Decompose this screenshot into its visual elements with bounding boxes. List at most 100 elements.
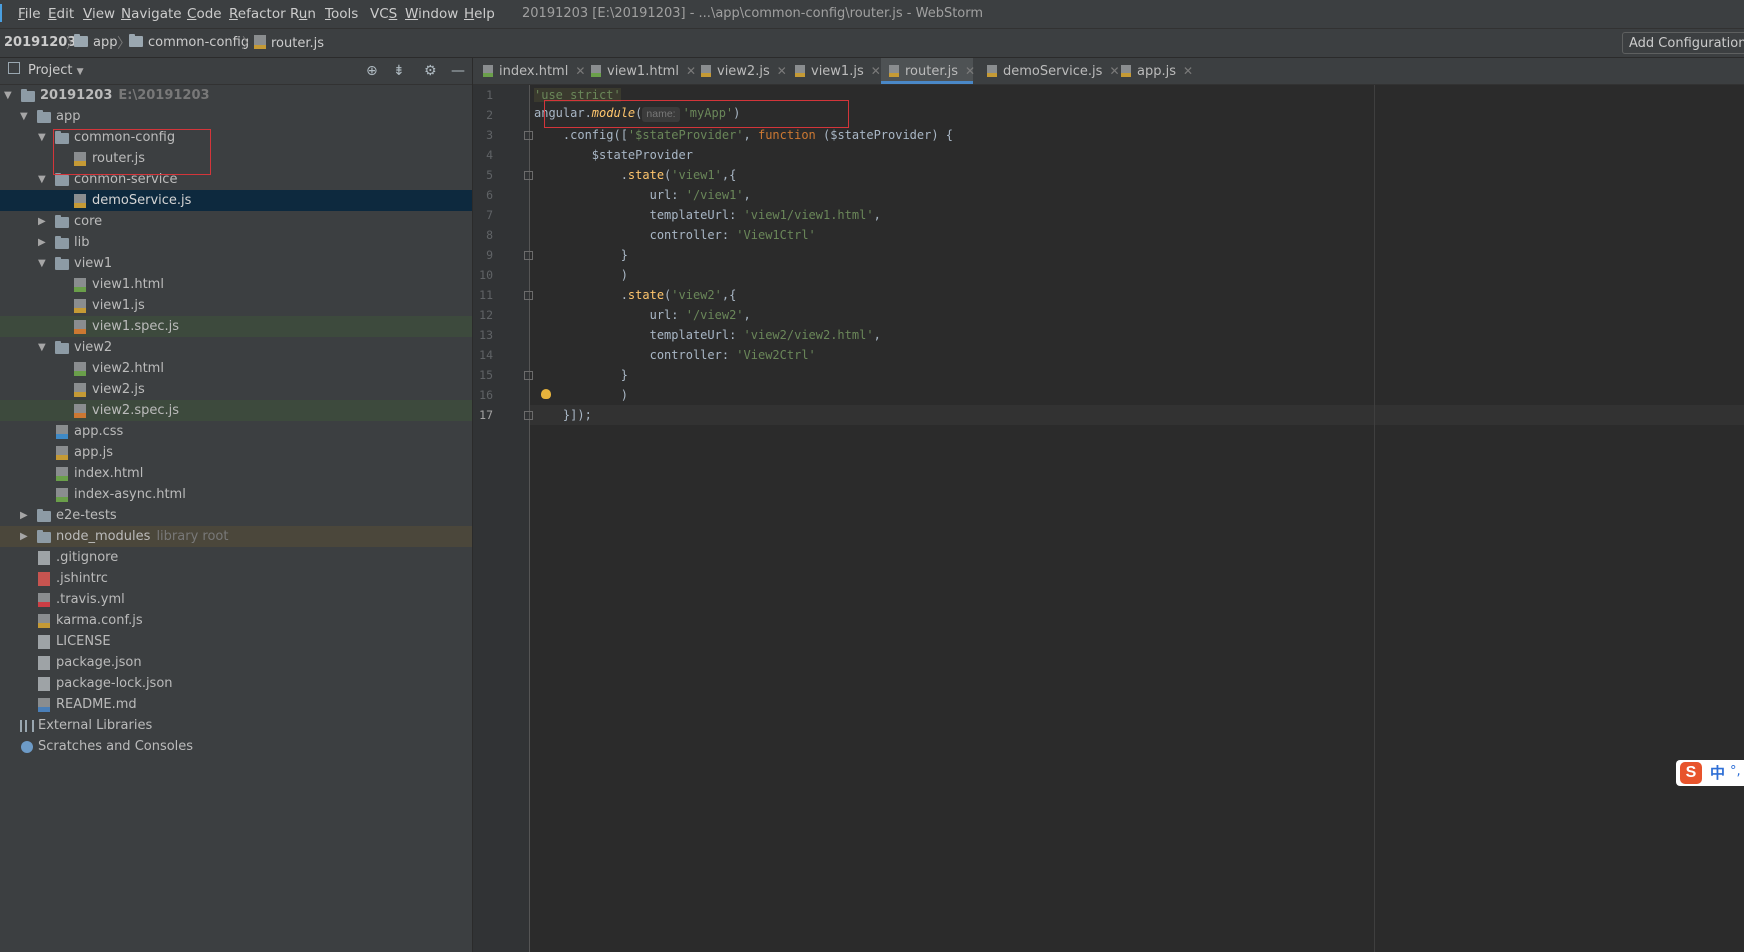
menu-code[interactable]: Code	[187, 6, 222, 22]
tree-item-scratches-and-consoles[interactable]: Scratches and Consoles	[0, 736, 472, 757]
ime-punctuation-label: °,	[1730, 764, 1741, 779]
tab-demoservice-js[interactable]: demoService.js ✕	[987, 58, 1120, 84]
tree-item-label: index-async.html	[74, 487, 186, 502]
tree-item-view2-spec-js[interactable]: view2.spec.js	[0, 400, 472, 421]
tree-item-external-libraries[interactable]: External Libraries	[0, 715, 472, 736]
hide-panel-icon[interactable]: —	[451, 63, 465, 79]
fold-marker-icon[interactable]	[524, 411, 533, 420]
tree-item-view1-js[interactable]: view1.js	[0, 295, 472, 316]
menu-help[interactable]: Help	[464, 6, 495, 22]
tab-view1-html[interactable]: view1.html ✕	[591, 58, 696, 84]
js-file-icon	[254, 35, 266, 49]
menu-window[interactable]: Window	[405, 6, 458, 22]
menu-navigate[interactable]: Navigate	[121, 6, 182, 22]
expand-arrow-icon[interactable]: ▼	[38, 337, 46, 358]
tree-item-package-json[interactable]: package.json	[0, 652, 472, 673]
highlight-box	[544, 100, 849, 128]
menu-edit[interactable]: Edit	[48, 6, 74, 22]
tree-item-view1-spec-js[interactable]: view1.spec.js	[0, 316, 472, 337]
tree-item-index-html[interactable]: index.html	[0, 463, 472, 484]
collapse-all-icon[interactable]: ⇟	[393, 63, 405, 79]
add-configuration-button[interactable]: Add Configuration...	[1622, 32, 1744, 54]
folder-icon	[129, 34, 143, 47]
close-icon[interactable]: ✕	[1109, 64, 1119, 78]
html-file-icon	[591, 65, 601, 77]
tree-item-view1-html[interactable]: view1.html	[0, 274, 472, 295]
fold-marker-icon[interactable]	[524, 291, 533, 300]
code-line-7: templateUrl: 'view1/view1.html',	[534, 208, 881, 222]
tree-item-label: .gitignore	[56, 550, 119, 565]
tab-view2-js[interactable]: view2.js ✕	[701, 58, 787, 84]
tree-item-view1[interactable]: ▼ view1	[0, 253, 472, 274]
breadcrumb-common-config[interactable]: common-config	[129, 34, 249, 50]
tree-item-demoservice-js[interactable]: demoService.js	[0, 190, 472, 211]
close-icon[interactable]: ✕	[965, 64, 975, 78]
tree-item-view2-js[interactable]: view2.js	[0, 379, 472, 400]
collapse-arrow-icon[interactable]: ▶	[38, 232, 46, 253]
fold-marker-icon[interactable]	[524, 171, 533, 180]
tree-item-jshintrc[interactable]: .jshintrc	[0, 568, 472, 589]
collapse-arrow-icon[interactable]: ▶	[20, 526, 28, 547]
tree-item-license[interactable]: LICENSE	[0, 631, 472, 652]
menu-refactor[interactable]: Refactor	[229, 6, 286, 22]
tree-item-gitignore[interactable]: .gitignore	[0, 547, 472, 568]
gear-icon[interactable]: ⚙	[424, 63, 437, 79]
breadcrumb-router-js[interactable]: router.js	[254, 35, 324, 51]
menu-view[interactable]: View	[83, 6, 115, 22]
line-number: 5	[486, 168, 493, 182]
html-file-icon	[56, 488, 68, 502]
js-file-icon	[74, 299, 86, 313]
menu-vcs[interactable]: VCS	[370, 6, 397, 22]
tree-item-package-lock-json[interactable]: package-lock.json	[0, 673, 472, 694]
fold-marker-icon[interactable]	[524, 371, 533, 380]
tree-item-readme-md[interactable]: README.md	[0, 694, 472, 715]
close-icon[interactable]: ✕	[575, 64, 585, 78]
locate-icon[interactable]: ⊕	[366, 63, 378, 79]
tab-view1-js[interactable]: view1.js ✕	[795, 58, 881, 84]
tab-app-js[interactable]: app.js ✕	[1121, 58, 1201, 84]
close-icon[interactable]: ✕	[1183, 64, 1193, 78]
tree-item-view2[interactable]: ▼ view2	[0, 337, 472, 358]
tree-item-index-async-html[interactable]: index-async.html	[0, 484, 472, 505]
fold-marker-icon[interactable]	[524, 131, 533, 140]
tree-item-node-modules[interactable]: ▶ node_modules library root	[0, 526, 472, 547]
folder-icon	[55, 215, 69, 228]
yaml-file-icon	[38, 593, 50, 607]
tree-item-view2-html[interactable]: view2.html	[0, 358, 472, 379]
collapse-arrow-icon[interactable]: ▶	[20, 505, 28, 526]
close-icon[interactable]: ✕	[686, 64, 696, 78]
tree-item-karma-conf-js[interactable]: karma.conf.js	[0, 610, 472, 631]
tree-item-core[interactable]: ▶ core	[0, 211, 472, 232]
tree-item-e2e-tests[interactable]: ▶ e2e-tests	[0, 505, 472, 526]
collapse-arrow-icon[interactable]: ▶	[38, 211, 46, 232]
expand-arrow-icon[interactable]: ▼	[38, 127, 46, 148]
close-icon[interactable]: ✕	[777, 64, 787, 78]
tree-item-project-root[interactable]: ▼ 20191203 E:\20191203	[0, 85, 472, 106]
expand-arrow-icon[interactable]: ▼	[38, 253, 46, 274]
expand-arrow-icon[interactable]: ▼	[4, 85, 12, 106]
js-file-icon	[74, 194, 86, 208]
navigation-bar: 20191203 〉 app 〉 common-config 〉 router.…	[0, 29, 1744, 58]
tab-index-html[interactable]: index.html ✕	[483, 58, 585, 84]
expand-arrow-icon[interactable]: ▼	[20, 106, 28, 127]
tree-item-app-js[interactable]: app.js	[0, 442, 472, 463]
js-file-icon	[1121, 65, 1131, 77]
tree-item-app[interactable]: ▼ app	[0, 106, 472, 127]
tab-router-js[interactable]: router.js ✕	[881, 58, 975, 84]
breadcrumb-app[interactable]: app	[74, 34, 117, 50]
menu-tools[interactable]: Tools	[325, 6, 358, 22]
menu-file[interactable]: File	[18, 6, 41, 22]
project-panel-title[interactable]: Project ▼	[28, 63, 84, 78]
fold-marker-icon[interactable]	[524, 251, 533, 260]
tree-item-travis-yml[interactable]: .travis.yml	[0, 589, 472, 610]
tree-item-label: view1.js	[92, 298, 145, 313]
line-number: 11	[479, 288, 493, 302]
code-line-17: }]);	[534, 408, 592, 422]
tree-item-lib[interactable]: ▶ lib	[0, 232, 472, 253]
menu-run[interactable]: Run	[290, 6, 316, 22]
ime-status-badge[interactable]: S 中 °,	[1676, 760, 1744, 786]
expand-arrow-icon[interactable]: ▼	[38, 169, 46, 190]
tree-item-label: .travis.yml	[56, 592, 125, 607]
close-icon[interactable]: ✕	[871, 64, 881, 78]
tree-item-app-css[interactable]: app.css	[0, 421, 472, 442]
